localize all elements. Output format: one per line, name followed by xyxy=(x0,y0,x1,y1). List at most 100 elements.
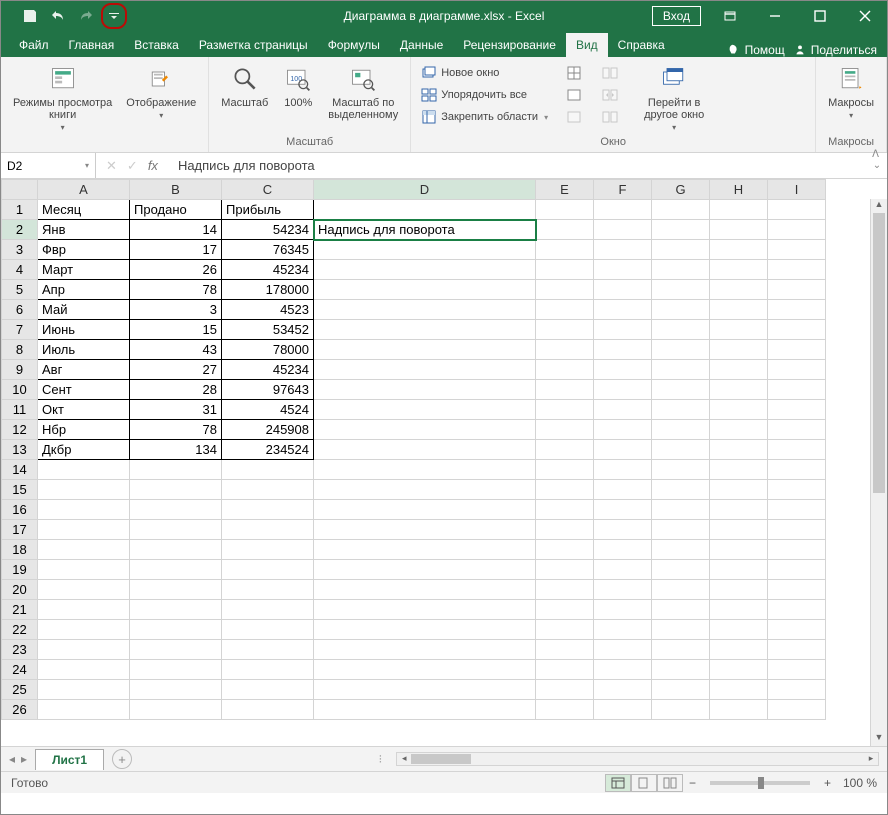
cell-D5[interactable] xyxy=(314,280,536,300)
cell-E3[interactable] xyxy=(536,240,594,260)
maximize-icon[interactable] xyxy=(797,1,842,31)
cell-H6[interactable] xyxy=(710,300,768,320)
cell-A22[interactable] xyxy=(38,620,130,640)
unhide-button[interactable] xyxy=(562,107,586,127)
cell-H23[interactable] xyxy=(710,640,768,660)
tab-file[interactable]: Файл xyxy=(9,33,59,57)
row-header-18[interactable]: 18 xyxy=(2,540,38,560)
cell-G20[interactable] xyxy=(652,580,710,600)
cell-E12[interactable] xyxy=(536,420,594,440)
cell-E7[interactable] xyxy=(536,320,594,340)
cell-C3[interactable]: 76345 xyxy=(222,240,314,260)
hide-button[interactable] xyxy=(562,85,586,105)
cell-I15[interactable] xyxy=(768,480,826,500)
cell-D24[interactable] xyxy=(314,660,536,680)
cell-I4[interactable] xyxy=(768,260,826,280)
switch-windows-button[interactable]: Перейти в другое окно▾ xyxy=(638,61,710,134)
cell-D15[interactable] xyxy=(314,480,536,500)
cell-F17[interactable] xyxy=(594,520,652,540)
cell-H7[interactable] xyxy=(710,320,768,340)
cell-H22[interactable] xyxy=(710,620,768,640)
col-header-D[interactable]: D xyxy=(314,180,536,200)
scroll-up-icon[interactable]: ▲ xyxy=(871,199,887,213)
minimize-icon[interactable] xyxy=(752,1,797,31)
cell-A26[interactable] xyxy=(38,700,130,720)
cell-D17[interactable] xyxy=(314,520,536,540)
cell-C26[interactable] xyxy=(222,700,314,720)
cell-C8[interactable]: 78000 xyxy=(222,340,314,360)
cell-E4[interactable] xyxy=(536,260,594,280)
cell-H9[interactable] xyxy=(710,360,768,380)
cell-F21[interactable] xyxy=(594,600,652,620)
cell-G18[interactable] xyxy=(652,540,710,560)
cell-B7[interactable]: 15 xyxy=(130,320,222,340)
cell-G15[interactable] xyxy=(652,480,710,500)
cell-F7[interactable] xyxy=(594,320,652,340)
cell-I7[interactable] xyxy=(768,320,826,340)
macros-button[interactable]: Макросы▾ xyxy=(822,61,880,122)
cell-A5[interactable]: Апр xyxy=(38,280,130,300)
cell-I25[interactable] xyxy=(768,680,826,700)
cell-E2[interactable] xyxy=(536,220,594,240)
cell-I9[interactable] xyxy=(768,360,826,380)
cell-I19[interactable] xyxy=(768,560,826,580)
cell-D19[interactable] xyxy=(314,560,536,580)
cell-G26[interactable] xyxy=(652,700,710,720)
cell-E11[interactable] xyxy=(536,400,594,420)
cell-I10[interactable] xyxy=(768,380,826,400)
row-header-10[interactable]: 10 xyxy=(2,380,38,400)
cell-D26[interactable] xyxy=(314,700,536,720)
cell-G13[interactable] xyxy=(652,440,710,460)
cell-H16[interactable] xyxy=(710,500,768,520)
cell-C11[interactable]: 4524 xyxy=(222,400,314,420)
cell-F23[interactable] xyxy=(594,640,652,660)
cell-D7[interactable] xyxy=(314,320,536,340)
cell-F13[interactable] xyxy=(594,440,652,460)
tab-formulas[interactable]: Формулы xyxy=(318,33,390,57)
cell-E18[interactable] xyxy=(536,540,594,560)
share-button[interactable]: Поделиться xyxy=(793,43,877,57)
cell-B11[interactable]: 31 xyxy=(130,400,222,420)
cell-G22[interactable] xyxy=(652,620,710,640)
cell-A16[interactable] xyxy=(38,500,130,520)
cell-I24[interactable] xyxy=(768,660,826,680)
vertical-scrollbar[interactable]: ▲ ▼ xyxy=(870,199,887,746)
cell-F20[interactable] xyxy=(594,580,652,600)
cell-A13[interactable]: Дкбр xyxy=(38,440,130,460)
cell-A24[interactable] xyxy=(38,660,130,680)
cell-H24[interactable] xyxy=(710,660,768,680)
cell-E24[interactable] xyxy=(536,660,594,680)
cell-C7[interactable]: 53452 xyxy=(222,320,314,340)
cell-D22[interactable] xyxy=(314,620,536,640)
cell-D12[interactable] xyxy=(314,420,536,440)
cell-E6[interactable] xyxy=(536,300,594,320)
cell-A17[interactable] xyxy=(38,520,130,540)
cell-B25[interactable] xyxy=(130,680,222,700)
cell-E10[interactable] xyxy=(536,380,594,400)
view-side-by-side-button[interactable] xyxy=(598,63,622,83)
cell-F2[interactable] xyxy=(594,220,652,240)
workbook-views-button[interactable]: Режимы просмотра книги▾ xyxy=(7,61,118,134)
cell-E15[interactable] xyxy=(536,480,594,500)
cell-D1[interactable] xyxy=(314,200,536,220)
new-window-button[interactable]: Новое окно xyxy=(417,63,552,83)
col-header-H[interactable]: H xyxy=(710,180,768,200)
zoom-button[interactable]: Масштаб xyxy=(215,61,274,111)
cell-F16[interactable] xyxy=(594,500,652,520)
row-header-9[interactable]: 9 xyxy=(2,360,38,380)
page-layout-view-button[interactable] xyxy=(631,774,657,792)
cell-H14[interactable] xyxy=(710,460,768,480)
cell-E21[interactable] xyxy=(536,600,594,620)
cell-H5[interactable] xyxy=(710,280,768,300)
cell-B16[interactable] xyxy=(130,500,222,520)
cell-G16[interactable] xyxy=(652,500,710,520)
cell-F12[interactable] xyxy=(594,420,652,440)
cell-B5[interactable]: 78 xyxy=(130,280,222,300)
col-header-B[interactable]: B xyxy=(130,180,222,200)
cell-B22[interactable] xyxy=(130,620,222,640)
scroll-down-icon[interactable]: ▼ xyxy=(871,732,887,746)
cell-C19[interactable] xyxy=(222,560,314,580)
row-header-21[interactable]: 21 xyxy=(2,600,38,620)
cell-C6[interactable]: 4523 xyxy=(222,300,314,320)
normal-view-button[interactable] xyxy=(605,774,631,792)
